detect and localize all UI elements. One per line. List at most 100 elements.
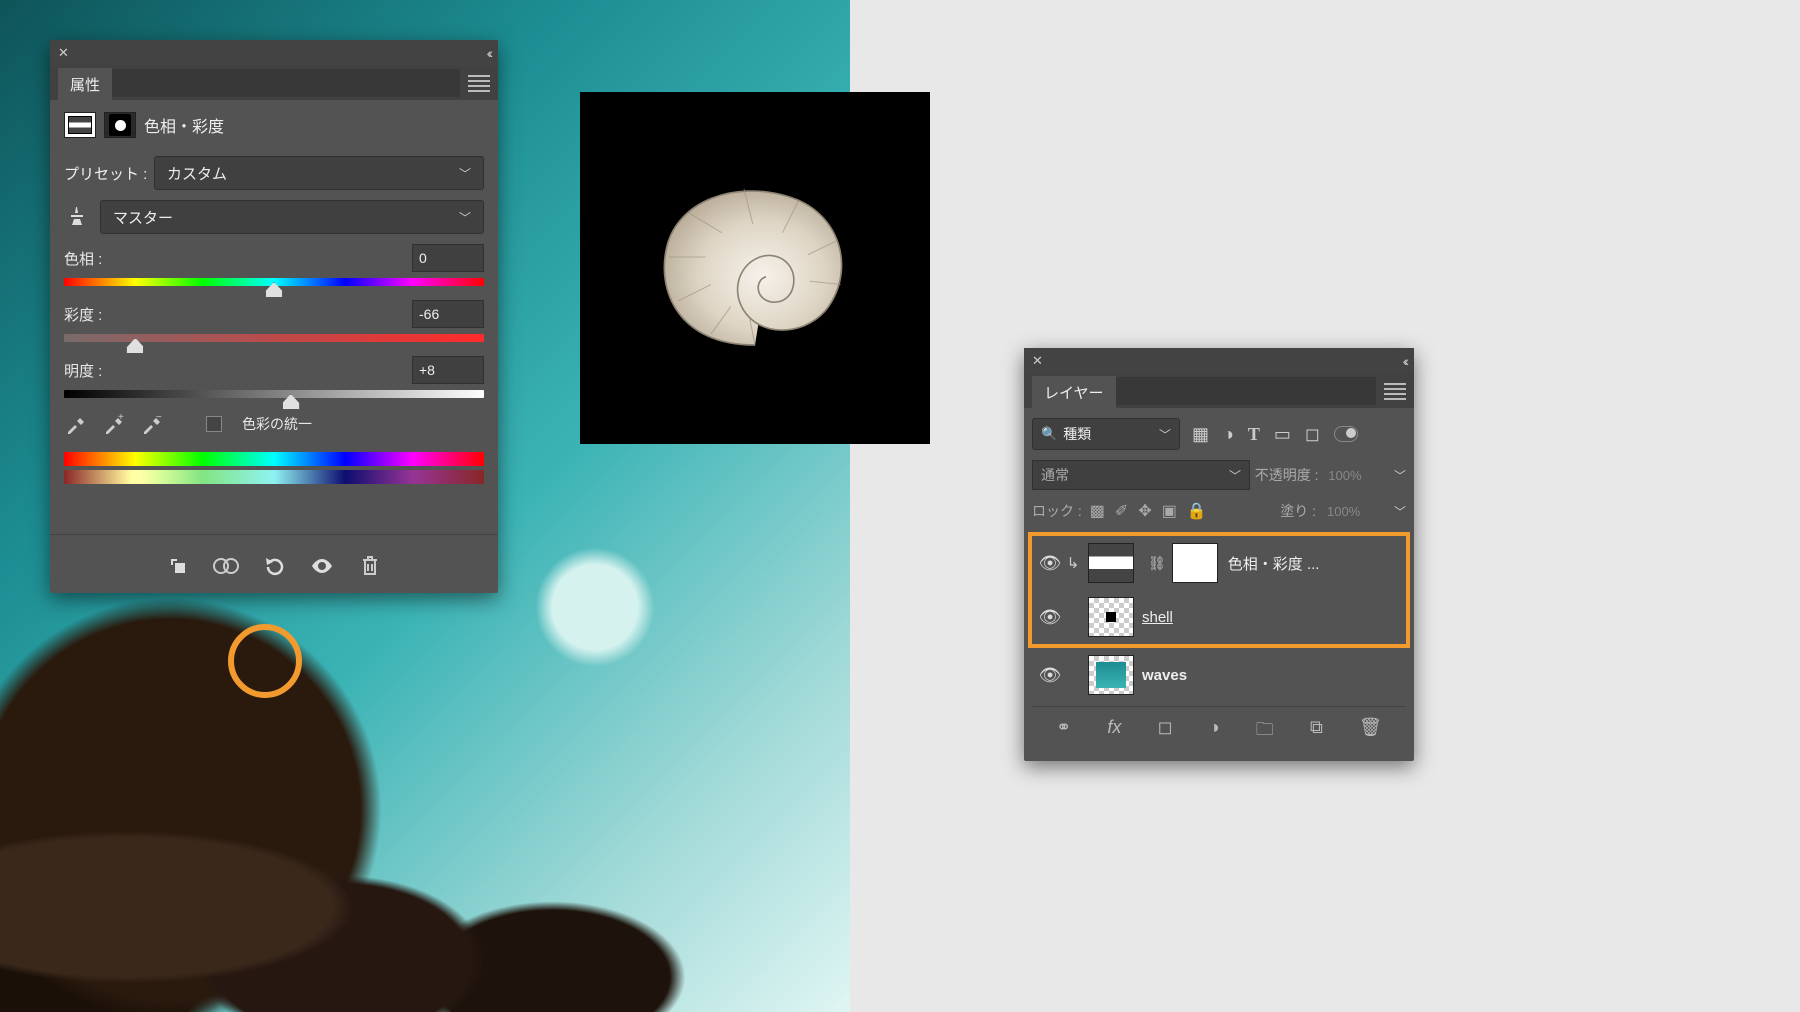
search-icon: 🔍	[1041, 426, 1057, 442]
delete-layer-icon[interactable]: 🗑	[1359, 717, 1382, 747]
chevron-down-icon[interactable]: ﹀	[1394, 467, 1406, 484]
eyedropper-plus-icon[interactable]: +	[102, 412, 126, 436]
adjustment-thumb[interactable]	[1088, 543, 1134, 583]
visibility-icon[interactable]: 👁	[1036, 553, 1064, 574]
filter-pixel-icon[interactable]: ▦	[1192, 424, 1209, 445]
new-group-icon[interactable]: 🗀	[1256, 717, 1274, 747]
properties-titlebar[interactable]: ✕ ‹‹	[50, 40, 498, 66]
hue-slider[interactable]	[64, 278, 484, 286]
filter-kind-value: 種類	[1063, 424, 1091, 444]
hue-value-input[interactable]: 0	[412, 244, 484, 272]
layer-mask-thumb[interactable]	[1172, 543, 1218, 583]
link-icon[interactable]: ⛓	[1148, 555, 1166, 572]
visibility-icon[interactable]: 👁	[1036, 665, 1064, 686]
properties-panel: ✕ ‹‹ 属性 色相・彩度 プリセット : カスタム ﹀	[50, 40, 498, 593]
filter-smart-icon[interactable]: ◻	[1305, 424, 1320, 445]
lightness-slider-block: 明度 : +8	[64, 356, 484, 398]
layer-row-shell[interactable]: 👁 shell	[1032, 590, 1406, 644]
channel-select[interactable]: マスター ﹀	[100, 200, 484, 234]
blend-mode-select[interactable]: 通常 ﹀	[1032, 460, 1250, 490]
filter-shape-icon[interactable]: ▭	[1274, 424, 1291, 445]
chevron-down-icon[interactable]: ﹀	[1394, 503, 1406, 520]
layer-name[interactable]: shell	[1142, 609, 1173, 626]
layer-thumb[interactable]	[1088, 655, 1134, 695]
new-layer-icon[interactable]: ⧉	[1310, 717, 1323, 747]
clip-to-layer-button[interactable]	[157, 549, 199, 583]
tab-layers[interactable]: レイヤー	[1032, 376, 1116, 409]
tab-empty	[112, 69, 460, 97]
layer-name[interactable]: 色相・彩度 ...	[1228, 553, 1320, 574]
panel-menu-icon[interactable]	[1384, 383, 1406, 400]
saturation-thumb[interactable]	[126, 338, 144, 354]
visibility-toggle-button[interactable]	[301, 549, 343, 583]
saturation-slider[interactable]	[64, 334, 484, 342]
collapse-icon[interactable]: ‹‹	[487, 45, 490, 61]
preset-select[interactable]: カスタム ﹀	[154, 156, 484, 190]
layers-panel: ✕ ‹‹ レイヤー 🔍 種類 ﹀ ▦ ◑ T ▭ ◻	[1024, 348, 1414, 761]
eyedropper-minus-icon[interactable]: −	[140, 412, 164, 436]
close-icon[interactable]: ✕	[58, 45, 69, 61]
tab-properties[interactable]: 属性	[58, 68, 112, 101]
lock-transparency-icon[interactable]: ▩	[1090, 501, 1105, 521]
layers-tabs: レイヤー	[1024, 374, 1414, 408]
mask-thumb-icon[interactable]	[104, 112, 136, 138]
new-adjustment-icon[interactable]: ◑	[1209, 717, 1220, 747]
delete-adjustment-button[interactable]	[349, 549, 391, 583]
adjustment-type-label: 色相・彩度	[144, 113, 224, 137]
output-spectrum	[64, 470, 484, 484]
clip-indicator-icon: ↳	[1064, 554, 1082, 572]
saturation-slider-block: 彩度 : -66	[64, 300, 484, 342]
lock-all-icon[interactable]: 🔒	[1187, 501, 1207, 521]
lock-label: ロック :	[1032, 501, 1082, 521]
add-mask-icon[interactable]: ◻	[1158, 717, 1173, 747]
properties-tabs: 属性	[50, 66, 498, 100]
adjustment-thumb-icon[interactable]	[64, 112, 96, 138]
layer-name[interactable]: waves	[1142, 667, 1187, 684]
chevron-down-icon: ﹀	[459, 209, 471, 226]
properties-footer	[50, 534, 498, 593]
blend-mode-value: 通常	[1041, 465, 1069, 485]
preset-value: カスタム	[167, 163, 227, 184]
svg-text:−: −	[156, 412, 162, 423]
targeted-adjust-icon[interactable]	[64, 204, 90, 230]
filter-adjustment-icon[interactable]: ◑	[1223, 424, 1234, 445]
layers-footer: ⚭ fx ◻ ◑ 🗀 ⧉ 🗑	[1032, 706, 1406, 757]
lightness-thumb[interactable]	[282, 394, 300, 410]
lightness-value-input[interactable]: +8	[412, 356, 484, 384]
saturation-label: 彩度 :	[64, 304, 102, 325]
collapse-icon[interactable]: ‹‹	[1403, 353, 1406, 369]
lock-artboard-icon[interactable]: ▣	[1162, 501, 1177, 521]
view-previous-state-button[interactable]	[205, 549, 247, 583]
layer-row-hue-saturation[interactable]: 👁 ↳ ⛓ 色相・彩度 ...	[1032, 536, 1406, 590]
reset-button[interactable]	[253, 549, 295, 583]
colorize-checkbox[interactable]	[206, 416, 222, 432]
layer-fx-icon[interactable]: fx	[1107, 717, 1121, 747]
hue-thumb[interactable]	[265, 282, 283, 298]
layer-row-waves[interactable]: 👁 waves	[1032, 648, 1406, 702]
layers-titlebar[interactable]: ✕ ‹‹	[1024, 348, 1414, 374]
nautilus-shell-icon	[645, 168, 865, 368]
lock-position-icon[interactable]: ✥	[1138, 501, 1151, 521]
hue-label: 色相 :	[64, 248, 102, 269]
layer-filter-select[interactable]: 🔍 種類 ﹀	[1032, 418, 1180, 450]
filter-toggle[interactable]	[1334, 426, 1358, 442]
saturation-value-input[interactable]: -66	[412, 300, 484, 328]
link-layers-icon[interactable]: ⚭	[1056, 717, 1071, 747]
layer-thumb[interactable]	[1088, 597, 1134, 637]
close-icon[interactable]: ✕	[1032, 353, 1043, 369]
fill-label: 塗り :	[1280, 501, 1316, 521]
hue-slider-block: 色相 : 0	[64, 244, 484, 286]
filter-type-icon[interactable]: T	[1248, 424, 1260, 445]
lock-pixels-icon[interactable]: ✐	[1115, 501, 1128, 521]
lightness-label: 明度 :	[64, 360, 102, 381]
tutorial-highlight-layers: 👁 ↳ ⛓ 色相・彩度 ... 👁 shell	[1028, 532, 1410, 648]
lightness-slider[interactable]	[64, 390, 484, 398]
visibility-icon[interactable]: 👁	[1036, 607, 1064, 628]
tab-empty	[1116, 377, 1376, 405]
eyedropper-icon[interactable]	[64, 412, 88, 436]
channel-value: マスター	[113, 207, 173, 228]
fill-input[interactable]: 100%	[1322, 498, 1388, 524]
opacity-input[interactable]: 100%	[1323, 462, 1389, 488]
panel-menu-icon[interactable]	[468, 75, 490, 92]
opacity-label: 不透明度 :	[1255, 465, 1319, 485]
